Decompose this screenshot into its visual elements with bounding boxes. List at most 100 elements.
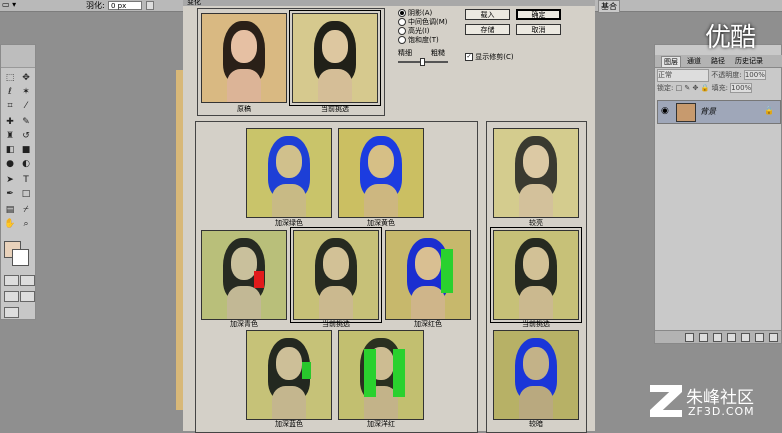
radio-saturation-label: 饱和度(T) [408, 36, 439, 44]
radio-saturation-dot[interactable] [398, 36, 406, 44]
darker-thumbnail[interactable] [493, 330, 579, 420]
layer-thumbnail [676, 103, 696, 122]
darker-caption: 较暗 [529, 420, 543, 428]
more-red-caption: 加深红色 [414, 320, 442, 328]
radio-saturation[interactable]: 饱和度(T) [398, 36, 488, 45]
save-button[interactable]: 存储 [465, 24, 510, 35]
current-pick-thumbnail-brightness[interactable] [490, 227, 582, 323]
brush-tool-icon[interactable]: ✎ [20, 117, 32, 127]
more-yellow-thumbnail[interactable] [338, 128, 424, 218]
marquee-tool-icon[interactable]: ⬚ [4, 73, 16, 83]
antialias-checkbox[interactable] [146, 1, 154, 10]
delete-layer-icon[interactable] [769, 333, 778, 342]
zf3d-site: ZF3D.COM [688, 405, 755, 418]
magic-wand-icon[interactable]: ✶ [20, 87, 32, 97]
more-green-thumbnail[interactable] [246, 128, 332, 218]
screen-mode-1-button[interactable] [4, 291, 19, 302]
zoom-tool-icon[interactable]: ⌕ [20, 219, 32, 229]
jump-to-imageready-button[interactable] [4, 307, 19, 318]
move-tool-icon[interactable]: ✥ [20, 73, 32, 83]
background-color-swatch[interactable] [12, 249, 29, 266]
layers-panel-tabs: 图层 通道 路径 历史记录 [655, 55, 782, 68]
radio-shadows-dot[interactable] [398, 9, 406, 17]
lighter-caption: 较亮 [529, 219, 543, 227]
options-bar-dropdown[interactable]: ▭ ▾ [2, 0, 16, 9]
tab-history[interactable]: 历史记录 [733, 56, 765, 66]
show-clipping-label: 显示修剪(C) [475, 53, 514, 61]
stamp-tool-icon[interactable]: ♜ [4, 131, 16, 141]
more-blue-thumbnail[interactable] [246, 330, 332, 420]
slice-tool-icon[interactable]: ⁄ [20, 101, 32, 111]
adjustment-layer-icon[interactable] [727, 333, 736, 342]
slider-thumb[interactable] [420, 58, 425, 66]
layers-panel: 图层 通道 路径 历史记录 正常 不透明度: 100% 锁定: □ ✎ ✥ 🔒 … [654, 44, 782, 344]
variations-dialog: 变化 原稿 当前挑选 加深绿色 加深黄色 加深青色 当前挑选 加深红色 加深蓝色… [183, 0, 595, 433]
more-magenta-thumbnail[interactable] [338, 330, 424, 420]
layer-name: 背景 [700, 107, 716, 116]
lock-icon: 🔒 [764, 106, 774, 115]
radio-midtones-dot[interactable] [398, 18, 406, 26]
eraser-tool-icon[interactable]: ◧ [4, 145, 16, 155]
dodge-tool-icon[interactable]: ◐ [20, 159, 32, 169]
standard-mode-button[interactable] [4, 275, 19, 286]
blur-tool-icon[interactable]: ● [4, 159, 16, 169]
load-button[interactable]: 载入 [465, 9, 510, 20]
original-thumbnail[interactable] [201, 13, 287, 103]
crop-tool-icon[interactable]: ⌗ [4, 101, 16, 111]
link-layers-icon[interactable] [685, 333, 694, 342]
document-edge [176, 70, 183, 410]
pen-tool-icon[interactable]: ✒ [4, 189, 16, 199]
coarse-label: 粗糙 [431, 49, 445, 57]
panel-well-tab[interactable]: 基合 [598, 0, 620, 13]
cancel-button[interactable]: 取消 [516, 24, 561, 35]
opacity-input[interactable]: 100% [743, 70, 766, 80]
current-pick-caption-brightness: 当前挑选 [522, 320, 550, 328]
layers-panel-footer [655, 330, 781, 343]
quickmask-mode-button[interactable] [20, 275, 35, 286]
radio-highlights-label: 高光(I) [408, 27, 430, 35]
lasso-tool-icon[interactable]: ℓ [4, 87, 16, 97]
more-cyan-thumbnail[interactable] [201, 230, 287, 320]
history-brush-icon[interactable]: ↺ [20, 131, 32, 141]
show-clipping-option[interactable]: ✓ 显示修剪(C) [465, 53, 575, 62]
current-pick-caption-center: 当前挑选 [322, 320, 350, 328]
blend-opacity-row: 正常 不透明度: 100% [657, 69, 779, 82]
eyedropper-icon[interactable]: ⌿ [20, 205, 32, 215]
ok-button[interactable]: 确定 [516, 9, 561, 20]
visibility-eye-icon[interactable]: ◉ [661, 106, 669, 116]
path-select-icon[interactable]: ➤ [4, 175, 16, 185]
fine-coarse-slider[interactable] [398, 58, 448, 66]
type-tool-icon[interactable]: T [20, 175, 32, 185]
hand-tool-icon[interactable]: ✋ [4, 219, 16, 229]
blend-mode-select[interactable]: 正常 [657, 69, 709, 82]
youku-watermark: 优酷 [705, 23, 756, 53]
gradient-tool-icon[interactable]: ■ [20, 145, 32, 155]
add-mask-icon[interactable] [713, 333, 722, 342]
lock-label: 锁定: [657, 84, 674, 92]
feather-input[interactable]: 0 px [108, 1, 142, 10]
tab-layers[interactable]: 图层 [661, 56, 681, 67]
show-clipping-checkbox[interactable]: ✓ [465, 53, 473, 61]
notes-tool-icon[interactable]: ▤ [4, 205, 16, 215]
fill-input[interactable]: 100% [730, 83, 753, 93]
opacity-label: 不透明度: [711, 71, 742, 79]
zf3d-logo-icon [650, 385, 682, 417]
healing-brush-icon[interactable]: ✚ [4, 117, 16, 127]
lock-icons[interactable]: □ ✎ ✥ 🔒 [676, 84, 710, 92]
current-pick-thumbnail-top[interactable] [289, 10, 381, 106]
current-pick-thumbnail-center[interactable] [290, 227, 382, 323]
new-layer-icon[interactable] [755, 333, 764, 342]
layer-row-background[interactable]: ◉ 背景 🔒 [657, 100, 781, 124]
current-pick-caption-top: 当前挑选 [321, 105, 349, 113]
layer-style-icon[interactable] [699, 333, 708, 342]
radio-midtones-label: 中间色调(M) [408, 18, 448, 26]
screen-mode-2-button[interactable] [20, 291, 35, 302]
lighter-thumbnail[interactable] [493, 128, 579, 218]
new-group-icon[interactable] [741, 333, 750, 342]
tab-channels[interactable]: 通道 [685, 56, 703, 66]
toolbox-header [1, 45, 35, 68]
more-red-thumbnail[interactable] [385, 230, 471, 320]
shape-tool-icon[interactable]: □ [20, 189, 32, 199]
tab-paths[interactable]: 路径 [709, 56, 727, 66]
radio-highlights-dot[interactable] [398, 27, 406, 35]
